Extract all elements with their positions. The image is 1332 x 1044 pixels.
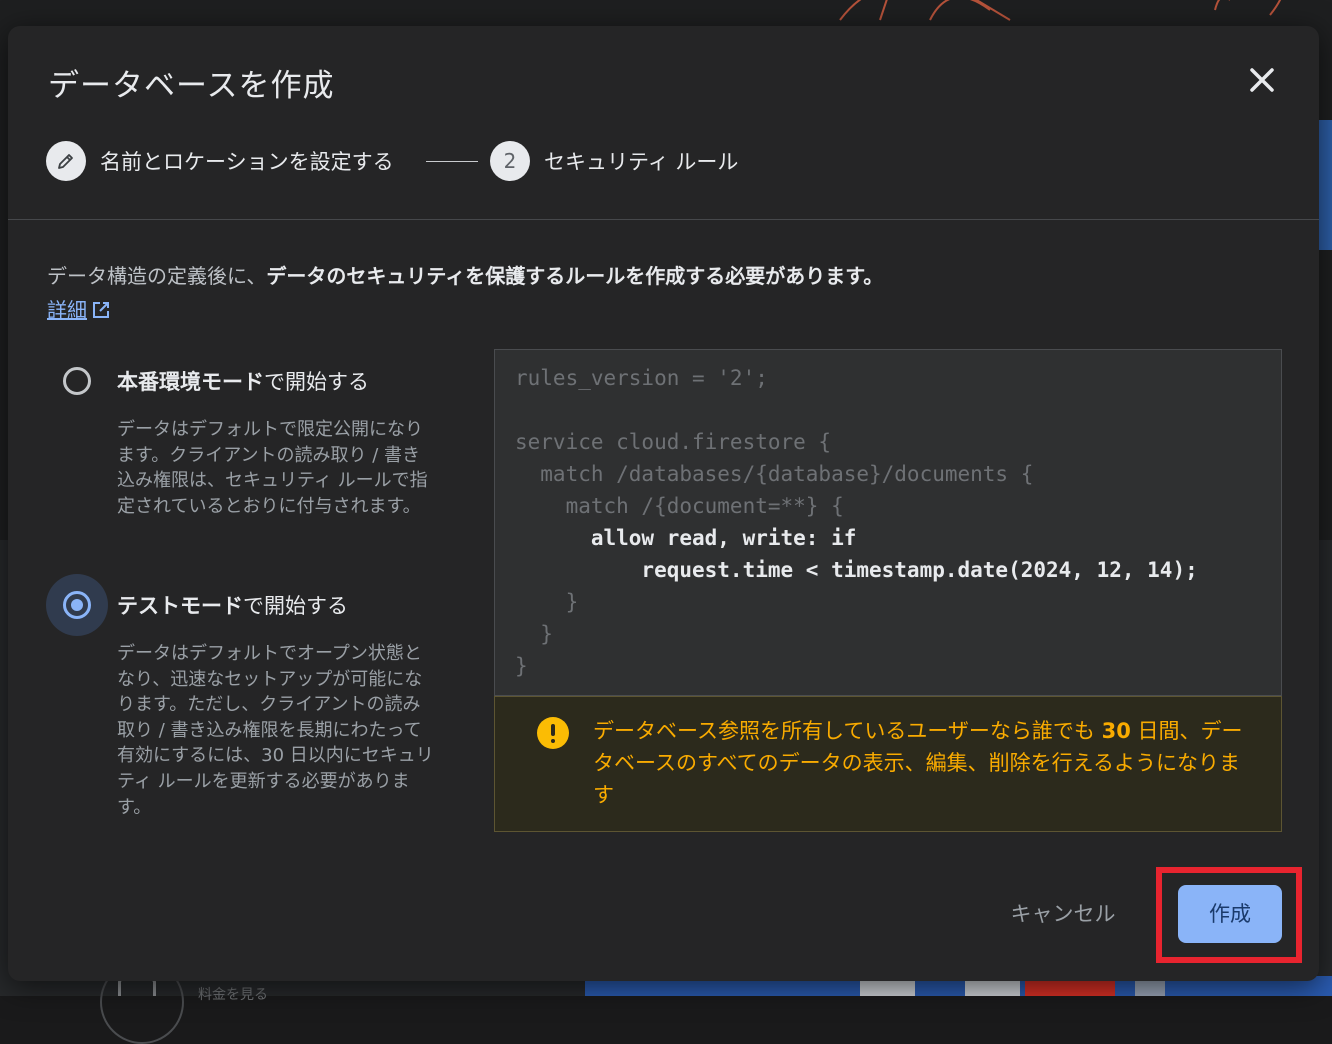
- code-line: service cloud.firestore {: [515, 430, 832, 454]
- pencil-icon: [58, 154, 73, 169]
- production-mode-title-rest: で開始する: [264, 370, 369, 394]
- code-line: }: [515, 654, 528, 678]
- warning-text-before: データベース参照を所有しているユーザーなら誰でも: [593, 719, 1102, 743]
- dialog-title: データベースを作成: [48, 68, 335, 104]
- background-blue-graphic: [1318, 120, 1332, 250]
- test-mode-description: データはデフォルトでオープン状態となり、迅速なセットアップが可能になります。ただ…: [117, 643, 434, 818]
- stepper-connector: [426, 161, 478, 162]
- intro-plain: データ構造の定義後に、: [47, 264, 267, 288]
- background-price-link[interactable]: 料金を見る: [198, 984, 268, 1004]
- code-line-highlighted: allow read, write: if: [515, 526, 857, 550]
- warning-text-bold: 30: [1101, 719, 1131, 743]
- production-mode-title-bold: 本番環境モード: [117, 370, 264, 394]
- test-mode-title-rest: で開始する: [243, 594, 348, 618]
- code-line: }: [515, 590, 579, 614]
- create-database-dialog: データベースを作成 名前とロケーションを設定する 2 セキュリティ ルール デー…: [8, 26, 1319, 981]
- intro-bold: データのセキュリティを保護するルールを作成する必要があります。: [266, 264, 884, 288]
- step1-label: 名前とロケーションを設定する: [100, 150, 394, 174]
- code-line: }: [515, 622, 553, 646]
- close-button[interactable]: [1242, 60, 1282, 100]
- header-divider: [8, 219, 1319, 220]
- production-mode-label[interactable]: 本番環境モードで開始する: [117, 366, 369, 396]
- warning-banner: データベース参照を所有しているユーザーなら誰でも 30 日間、データベースのすべ…: [494, 696, 1282, 832]
- close-icon: [1250, 68, 1274, 92]
- step2-label: セキュリティ ルール: [544, 150, 739, 174]
- production-mode-description: データはデフォルトで限定公開になります。クライアントの読み取り / 書き込み権限…: [117, 419, 428, 517]
- details-link-label: 詳細: [47, 298, 87, 322]
- code-line: match /{document=**} {: [515, 494, 844, 518]
- test-mode-label[interactable]: テストモードで開始する: [117, 590, 348, 620]
- details-link[interactable]: 詳細: [47, 294, 111, 323]
- security-rules-code: rules_version = '2'; service cloud.fires…: [494, 349, 1282, 696]
- external-link-icon: [93, 302, 109, 318]
- production-mode-radio[interactable]: [63, 367, 91, 395]
- intro-text: データ構造の定義後に、データのセキュリティを保護するルールを作成する必要がありま…: [47, 260, 883, 289]
- create-button-highlight: [1156, 867, 1302, 963]
- warning-icon: [537, 717, 569, 749]
- step1-done-badge: [46, 141, 86, 181]
- step2-number: 2: [490, 141, 530, 181]
- test-mode-radio[interactable]: [63, 591, 91, 619]
- test-mode-title-bold: テストモード: [117, 594, 243, 618]
- code-line: match /databases/{database}/documents {: [515, 462, 1034, 486]
- warning-text: データベース参照を所有しているユーザーなら誰でも 30 日間、データベースのすべ…: [593, 715, 1253, 811]
- cancel-button[interactable]: キャンセル: [993, 894, 1133, 934]
- code-line-highlighted: request.time < timestamp.date(2024, 12, …: [515, 558, 1198, 582]
- code-line: rules_version = '2';: [515, 366, 768, 390]
